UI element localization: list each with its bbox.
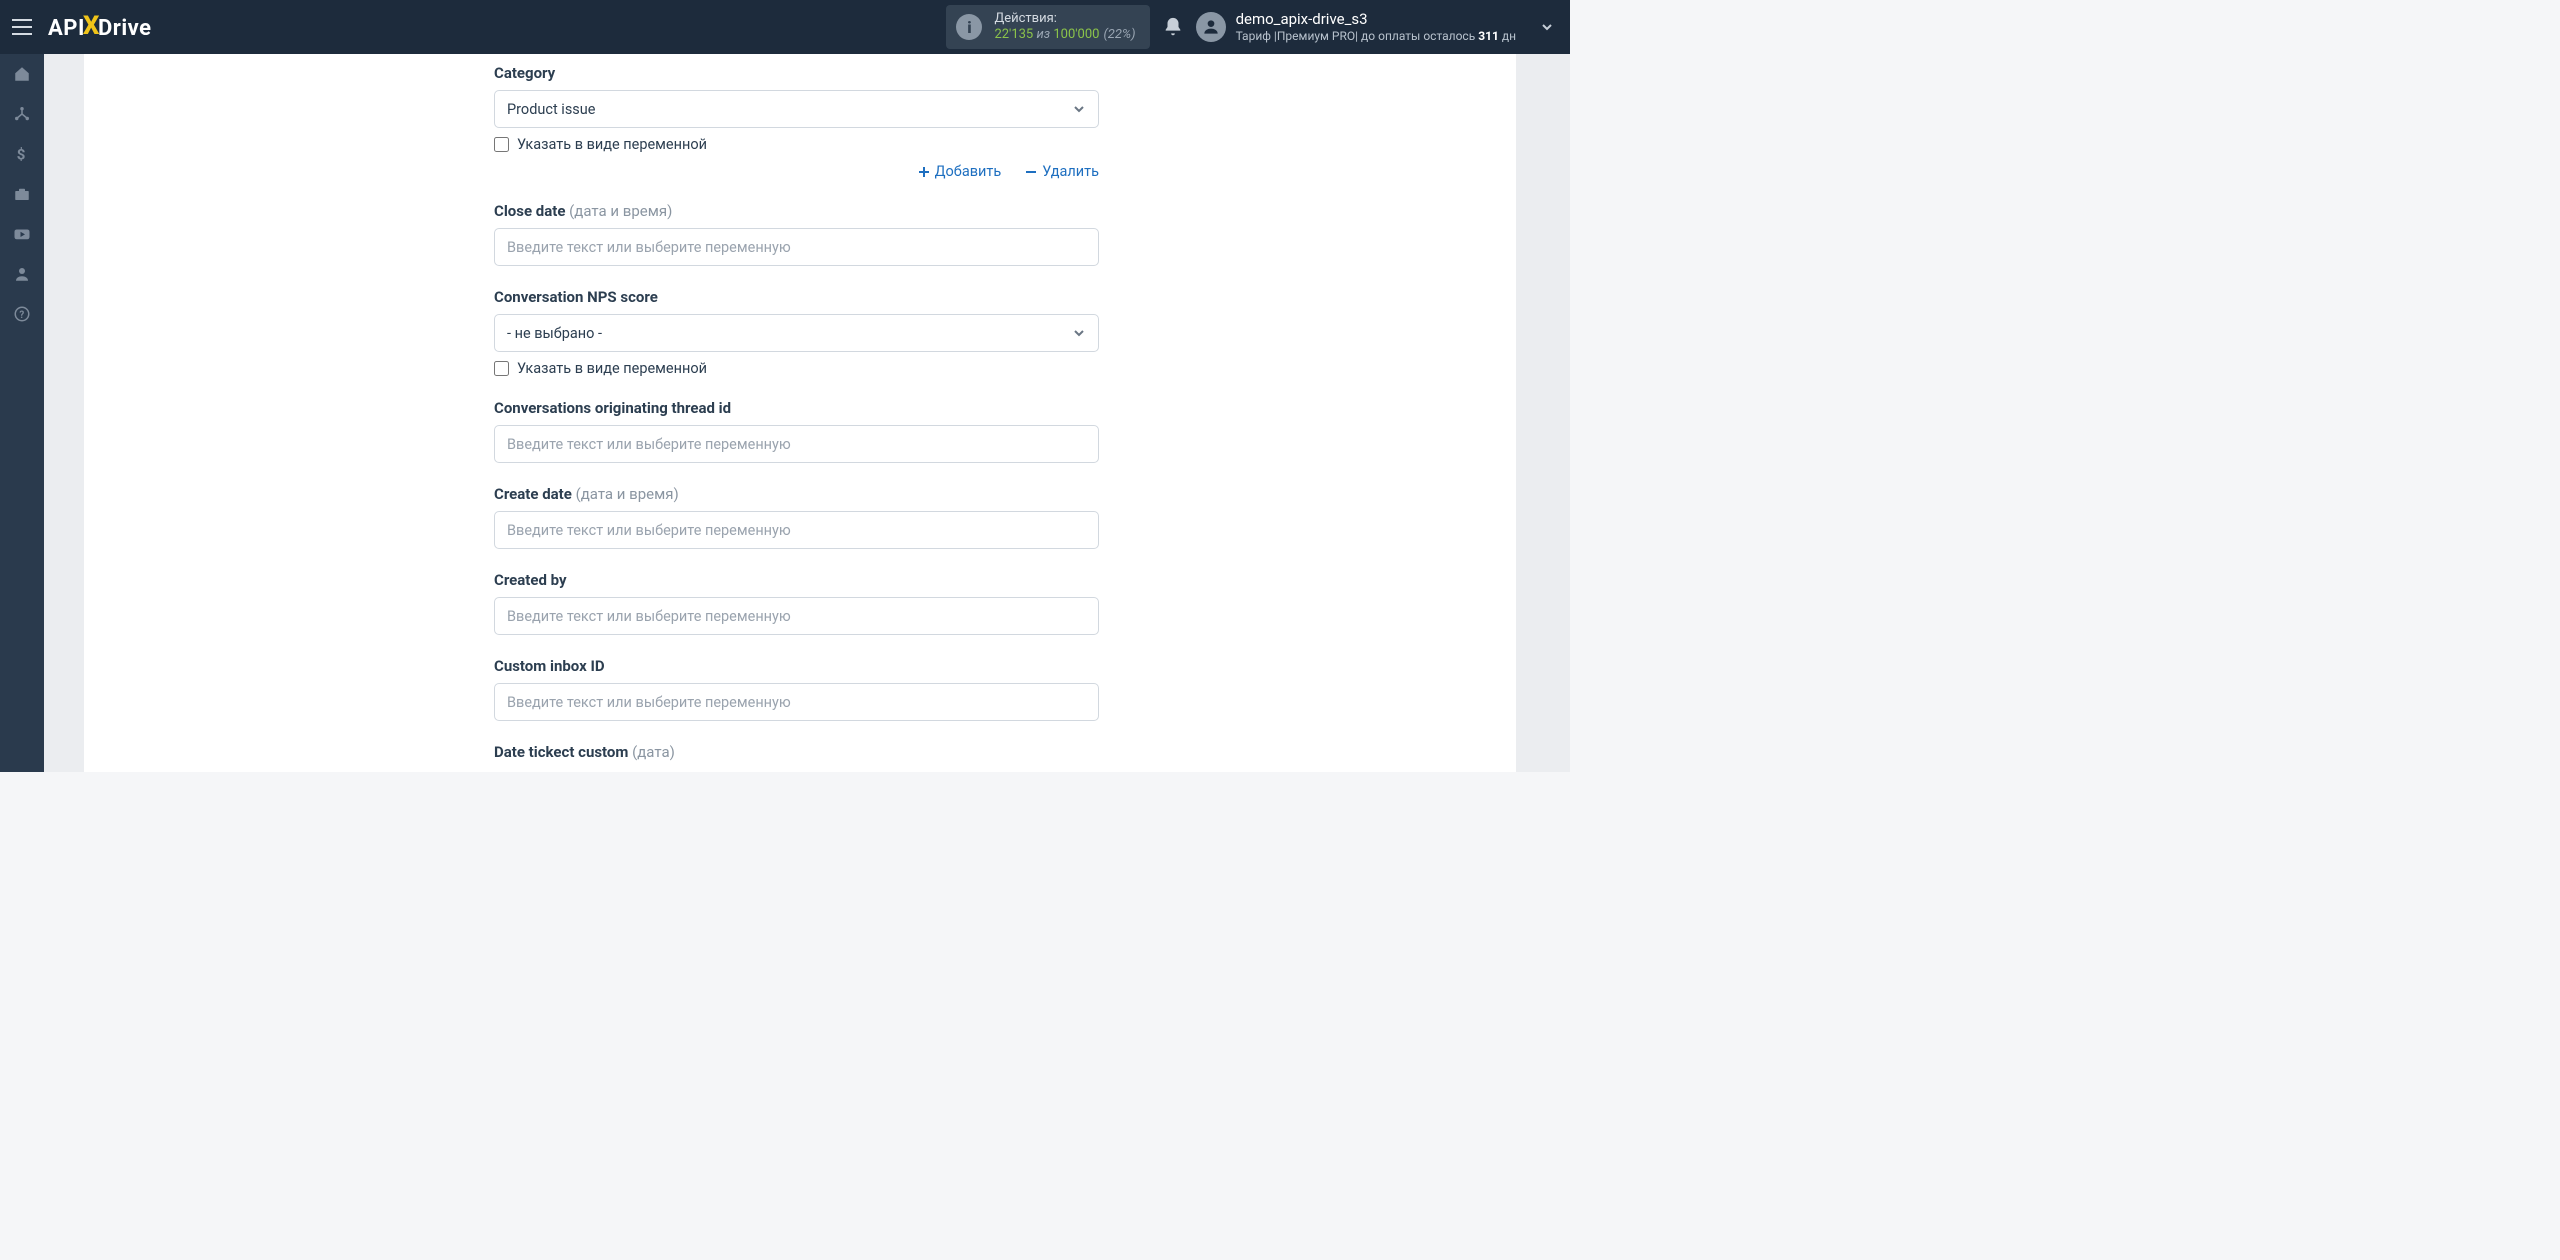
logo-text-drive: Drive — [98, 16, 152, 41]
input-close-date[interactable] — [494, 228, 1099, 266]
field-date-ticket: Date tickect custom (дата) — [494, 743, 1099, 761]
svg-text:$: $ — [17, 145, 26, 163]
field-category: Category Product issue Указать в виде пе… — [494, 64, 1099, 180]
usage-values: 22'135 из 100'000(22%) — [994, 27, 1135, 43]
app-header: APIXDrive i Действия: 22'135 из 100'000(… — [0, 0, 1570, 54]
label-inbox-id: Custom inbox ID — [494, 657, 1099, 675]
input-created-by[interactable] — [494, 597, 1099, 635]
user-name: demo_apix-drive_s3 — [1236, 10, 1516, 29]
sidebar-home[interactable] — [0, 54, 44, 94]
avatar-icon — [1196, 12, 1226, 42]
select-nps[interactable]: - не выбрано - — [494, 314, 1099, 352]
sidebar-profile[interactable] — [0, 254, 44, 294]
field-thread-id: Conversations originating thread id — [494, 399, 1099, 463]
hint-close-date: (дата и время) — [569, 202, 672, 220]
chevron-down-icon — [1072, 326, 1086, 340]
input-thread-id[interactable] — [494, 425, 1099, 463]
minus-icon — [1025, 166, 1037, 178]
svg-text:?: ? — [19, 310, 24, 321]
label-nps: Conversation NPS score — [494, 288, 1099, 306]
main-area: Category Product issue Указать в виде пе… — [44, 54, 1556, 772]
usage-indicator[interactable]: i Действия: 22'135 из 100'000(22%) — [946, 5, 1149, 48]
sidebar-billing[interactable]: $ — [0, 134, 44, 174]
label-close-date: Close date — [494, 202, 565, 220]
sidebar: $ ? — [0, 54, 44, 772]
checkbox-nps-var[interactable] — [494, 361, 509, 376]
form-card: Category Product issue Указать в виде пе… — [84, 54, 1516, 772]
checkbox-label-category[interactable]: Указать в виде переменной — [517, 136, 707, 153]
logo[interactable]: APIXDrive — [48, 12, 152, 42]
field-nps: Conversation NPS score - не выбрано - Ук… — [494, 288, 1099, 377]
logo-text-x: X — [83, 11, 100, 41]
user-menu[interactable]: demo_apix-drive_s3 Тариф |Премиум PRO| д… — [1196, 10, 1554, 44]
checkbox-label-nps[interactable]: Указать в виде переменной — [517, 360, 707, 377]
field-close-date: Close date (дата и время) — [494, 202, 1099, 266]
label-thread-id: Conversations originating thread id — [494, 399, 1099, 417]
usage-label: Действия: — [994, 11, 1135, 27]
field-create-date: Create date (дата и время) — [494, 485, 1099, 549]
select-category[interactable]: Product issue — [494, 90, 1099, 128]
field-inbox-id: Custom inbox ID — [494, 657, 1099, 721]
user-tariff: Тариф |Премиум PRO| до оплаты осталось 3… — [1236, 29, 1516, 44]
hint-date-ticket: (дата) — [632, 743, 675, 761]
label-create-date: Create date — [494, 485, 572, 503]
checkbox-category-var[interactable] — [494, 137, 509, 152]
chevron-down-icon — [1072, 102, 1086, 116]
label-created-by: Created by — [494, 571, 1099, 589]
bell-icon[interactable] — [1162, 16, 1184, 38]
hint-create-date: (дата и время) — [576, 485, 679, 503]
menu-toggle[interactable] — [0, 0, 44, 54]
hamburger-icon — [12, 19, 32, 35]
info-icon: i — [956, 14, 982, 40]
sidebar-video[interactable] — [0, 214, 44, 254]
plus-icon — [918, 166, 930, 178]
input-inbox-id[interactable] — [494, 683, 1099, 721]
input-create-date[interactable] — [494, 511, 1099, 549]
label-date-ticket: Date tickect custom — [494, 743, 628, 761]
sidebar-briefcase[interactable] — [0, 174, 44, 214]
sidebar-help[interactable]: ? — [0, 294, 44, 334]
label-category: Category — [494, 64, 1099, 82]
sidebar-connections[interactable] — [0, 94, 44, 134]
chevron-down-icon — [1540, 20, 1554, 34]
add-button[interactable]: Добавить — [918, 163, 1002, 180]
logo-text-api: API — [48, 16, 85, 41]
delete-button[interactable]: Удалить — [1025, 163, 1099, 180]
field-created-by: Created by — [494, 571, 1099, 635]
